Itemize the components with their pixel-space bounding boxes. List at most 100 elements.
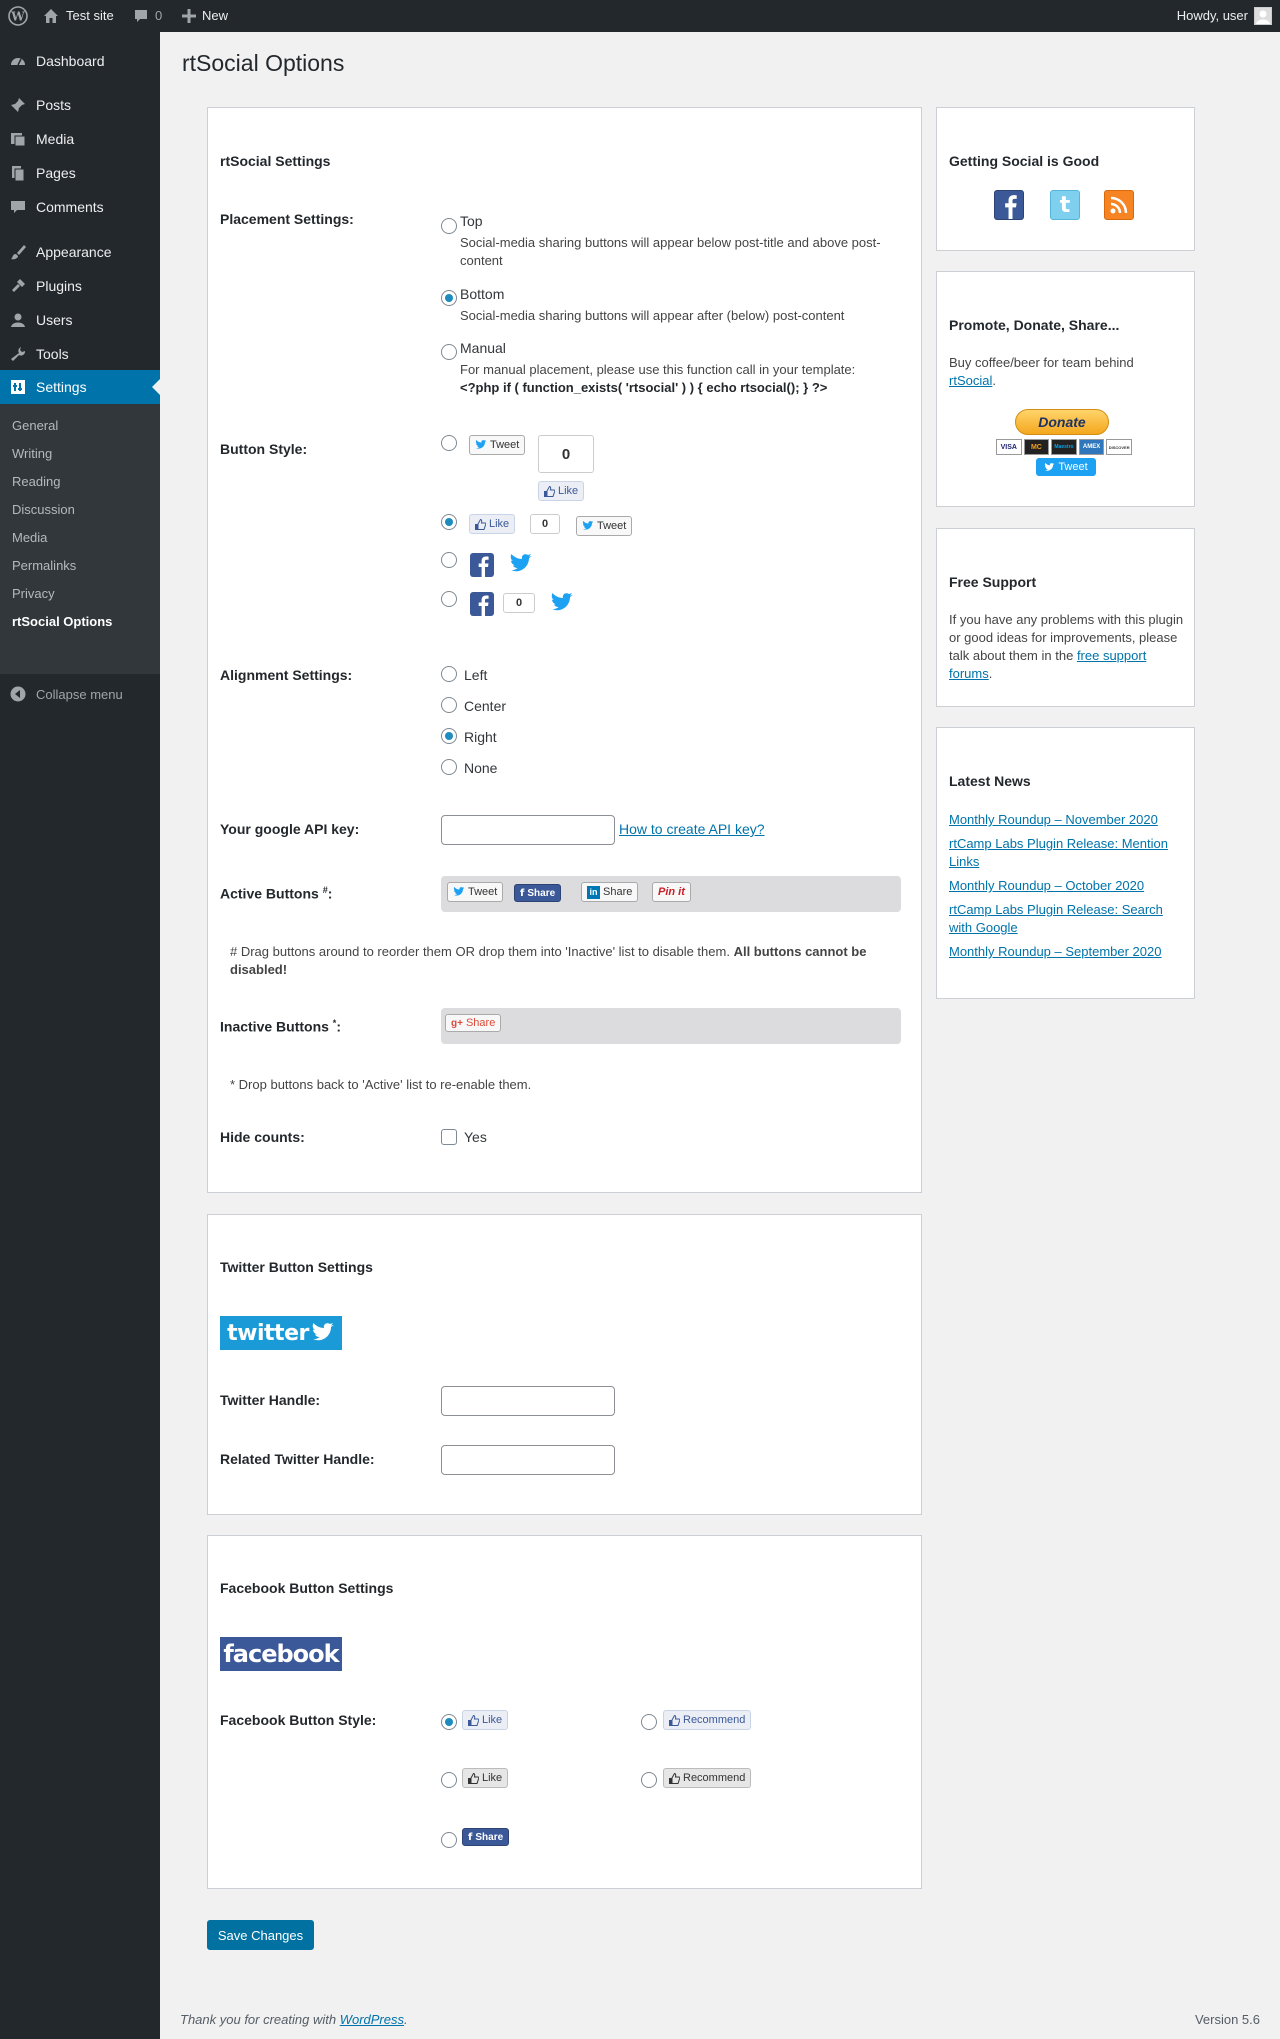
page-title: rtSocial Options [182,50,345,76]
twitter-handle-label: Twitter Handle: [220,1392,321,1408]
facebook-icon[interactable] [994,190,1024,220]
sidebar-item-dashboard[interactable]: Dashboard [0,44,160,78]
submenu-permalinks[interactable]: Permalinks [12,558,76,573]
align-none-radio[interactable] [441,759,457,775]
plug-icon [0,277,36,295]
placement-bottom-radio[interactable] [441,290,457,306]
submenu-reading[interactable]: Reading [12,474,60,489]
sidebar-item-plugins[interactable]: Plugins [0,269,160,303]
align-left-radio[interactable] [441,666,457,682]
twitter-bird-icon [475,440,487,449]
button-style-horizontal-radio[interactable] [441,514,457,530]
fb-recommend-dark-sample: Recommend [663,1768,752,1788]
api-key-help-link[interactable]: How to create API key? [619,821,765,837]
sidebar-item-posts[interactable]: Posts [0,88,160,122]
hide-counts-option: Yes [464,1129,487,1145]
twitter-bird-icon [1045,462,1055,471]
fb-recommend-light-sample: Recommend [663,1710,752,1730]
linkedin-icon: in [587,885,600,899]
sidebar-item-pages[interactable]: Pages [0,156,160,190]
new-content-link[interactable]: New [182,0,228,32]
sidebar-item-appearance[interactable]: Appearance [0,235,160,269]
sidebar-item-comments[interactable]: Comments [0,190,160,224]
fb-style-like-dark-radio[interactable] [441,1772,457,1788]
fb-style-recommend-light-radio[interactable] [641,1714,657,1730]
submenu-media[interactable]: Media [12,530,47,545]
sample-like-button-vertical: Like [538,481,585,501]
paypal-donate-button[interactable]: Donate [1015,409,1109,435]
pages-icon [0,164,36,182]
active-pinterest-button[interactable]: Pin it [652,882,691,902]
api-key-label: Your google API key: [220,821,360,837]
submenu-general[interactable]: General [12,418,58,433]
wordpress-logo-icon[interactable]: W [8,0,28,32]
collapse-menu-button[interactable]: Collapse menu [0,682,160,706]
inactive-buttons-list[interactable]: g+ Share [441,1008,901,1044]
fb-like-light-sample: Like [462,1710,509,1730]
active-buttons-list[interactable]: Tweet f Share in Share Pin it [441,876,901,912]
save-changes-button[interactable]: Save Changes [207,1920,314,1950]
button-style-vertical-radio[interactable] [441,435,457,451]
placement-manual-radio[interactable] [441,344,457,360]
settings-icon [0,378,36,396]
sidebar-item-users[interactable]: Users [0,303,160,337]
active-facebook-share-button[interactable]: f Share [514,884,562,902]
rtsocial-link[interactable]: rtSocial [949,373,992,388]
submenu-writing[interactable]: Writing [12,446,52,461]
fb-share-sample: f Share [462,1828,510,1846]
button-style-icon-radio[interactable] [441,552,457,568]
rss-icon[interactable] [1104,190,1134,220]
placement-top-desc-cont: content [460,253,503,268]
active-linkedin-share-button[interactable]: in Share [581,882,639,902]
inactive-googleplus-share-button[interactable]: g+ Share [445,1014,502,1032]
fb-style-like-light-radio[interactable] [441,1714,457,1730]
submenu-rtsocial-options[interactable]: rtSocial Options [12,614,112,629]
news-item[interactable]: Monthly Roundup – October 2020 [949,877,1179,895]
submenu-privacy[interactable]: Privacy [12,586,55,601]
discover-card-icon: DISCOVER [1106,439,1132,455]
news-item[interactable]: rtCamp Labs Plugin Release: Search with … [949,901,1179,937]
admin-bar: W Test site 0 New Howdy, user [0,0,1280,32]
news-item[interactable]: Monthly Roundup – September 2020 [949,943,1179,961]
sidebar-item-tools[interactable]: Tools [0,337,160,371]
site-name-link[interactable]: Test site [42,0,114,32]
hide-counts-checkbox[interactable] [441,1129,457,1145]
new-label: New [202,8,229,23]
align-right-radio[interactable] [441,728,457,744]
twitter-box-title: Twitter Button Settings [220,1259,373,1275]
donate-title: Promote, Donate, Share... [949,317,1120,333]
wordpress-link[interactable]: WordPress [340,2012,404,2027]
button-style-icon-count-radio[interactable] [441,591,457,607]
placement-manual-code: <?php if ( function_exists( 'rtsocial' )… [460,380,828,395]
api-key-input[interactable] [441,815,615,845]
twitter-handle-input[interactable] [441,1386,615,1416]
account-menu[interactable]: Howdy, user [1177,0,1272,32]
user-icon [0,311,36,329]
active-tweet-button[interactable]: Tweet [447,882,504,902]
fb-style-recommend-dark-radio[interactable] [641,1772,657,1788]
related-twitter-handle-input[interactable] [441,1445,615,1475]
brush-icon [0,243,36,261]
comments-link[interactable]: 0 [133,0,162,32]
placement-top-radio[interactable] [441,218,457,234]
sidebar-item-settings[interactable]: Settings [0,370,160,404]
getting-social-box [936,107,1195,251]
placement-manual-label: Manual [460,340,506,356]
align-center-radio[interactable] [441,697,457,713]
payment-cards: VISA MC Maestro AMEX DISCOVER [996,439,1132,455]
sample-like-button-horizontal: Like [469,514,516,534]
comments-count: 0 [155,8,163,23]
sidebar-item-media[interactable]: Media [0,122,160,156]
news-item[interactable]: Monthly Roundup – November 2020 [949,811,1179,829]
twitter-bird-icon [549,591,575,615]
home-icon [42,7,60,25]
footer-version: Version 5.6 [1194,2012,1260,2027]
reenable-note: * Drop buttons back to 'Active' list to … [230,1077,532,1092]
twitter-icon[interactable]: t [1050,190,1080,220]
news-item[interactable]: rtCamp Labs Plugin Release: Mention Link… [949,835,1179,871]
fb-style-share-radio[interactable] [441,1832,457,1848]
getting-social-title: Getting Social is Good [949,153,1100,169]
submenu-discussion[interactable]: Discussion [12,502,75,517]
twitter-bird-icon [582,521,594,530]
tweet-share-button[interactable]: Tweet [1036,458,1096,476]
